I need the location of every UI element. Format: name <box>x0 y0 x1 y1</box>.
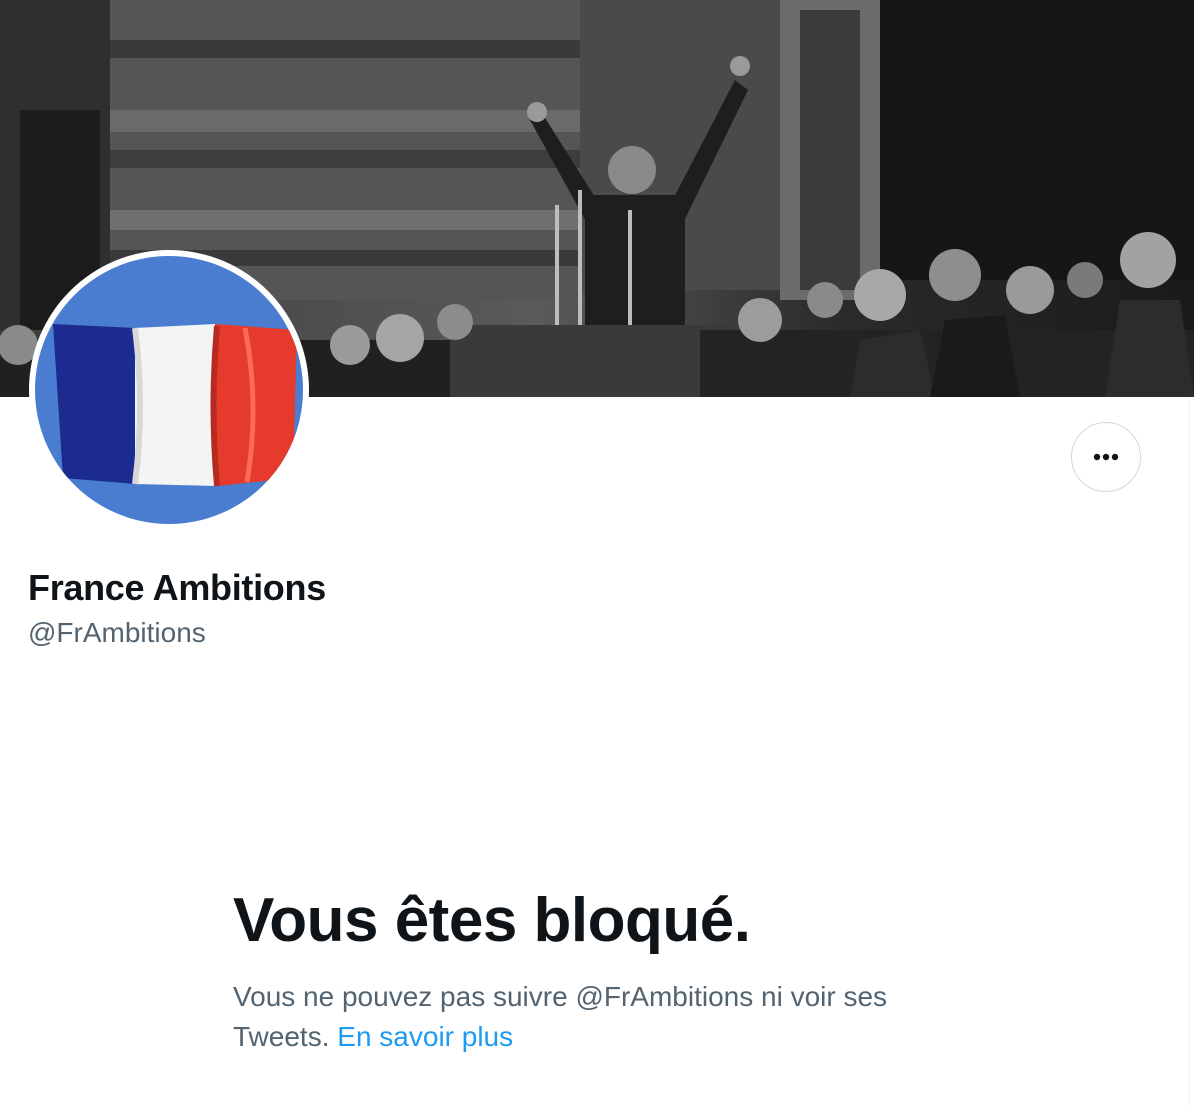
learn-more-link[interactable]: En savoir plus <box>337 1021 513 1052</box>
blocked-title: Vous êtes bloqué. <box>233 886 751 955</box>
more-horizontal-icon <box>1093 453 1119 461</box>
blocked-description: Vous ne pouvez pas suivre @FrAmbitions n… <box>233 981 888 1052</box>
column-border <box>1189 397 1190 1108</box>
user-handle: @FrAmbitions <box>28 617 206 648</box>
display-name: France Ambitions <box>28 567 326 608</box>
blocked-description-block: Vous ne pouvez pas suivre @FrAmbitions n… <box>233 977 953 1057</box>
profile-page: France Ambitions @FrAmbitions Vous êtes … <box>0 0 1194 1108</box>
more-options-button[interactable] <box>1071 422 1141 492</box>
avatar[interactable] <box>29 250 309 530</box>
french-flag-icon <box>35 256 303 524</box>
